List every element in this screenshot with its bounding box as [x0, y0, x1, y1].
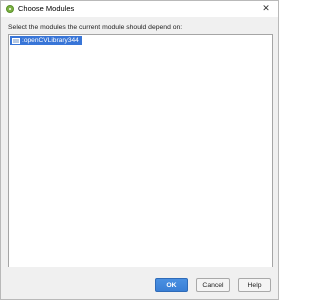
choose-modules-dialog: Choose Modules ✕ Select the modules the … [0, 0, 279, 300]
help-button[interactable]: Help [238, 278, 271, 292]
list-item[interactable]: :openCVLibrary344 [10, 36, 82, 45]
instruction-label: Select the modules the current module sh… [8, 24, 183, 31]
list-item-label: :openCVLibrary344 [22, 37, 79, 44]
android-studio-icon [6, 5, 14, 13]
module-folder-icon [12, 37, 20, 44]
title-bar: Choose Modules ✕ [1, 1, 278, 17]
cancel-button[interactable]: Cancel [196, 278, 230, 292]
button-bar: OK Cancel Help [1, 267, 278, 299]
dialog-title: Choose Modules [18, 4, 75, 13]
ok-button[interactable]: OK [155, 278, 188, 292]
close-button[interactable]: ✕ [255, 1, 277, 16]
module-list[interactable]: :openCVLibrary344 [8, 34, 273, 282]
dialog-content: Select the modules the current module sh… [1, 17, 278, 299]
